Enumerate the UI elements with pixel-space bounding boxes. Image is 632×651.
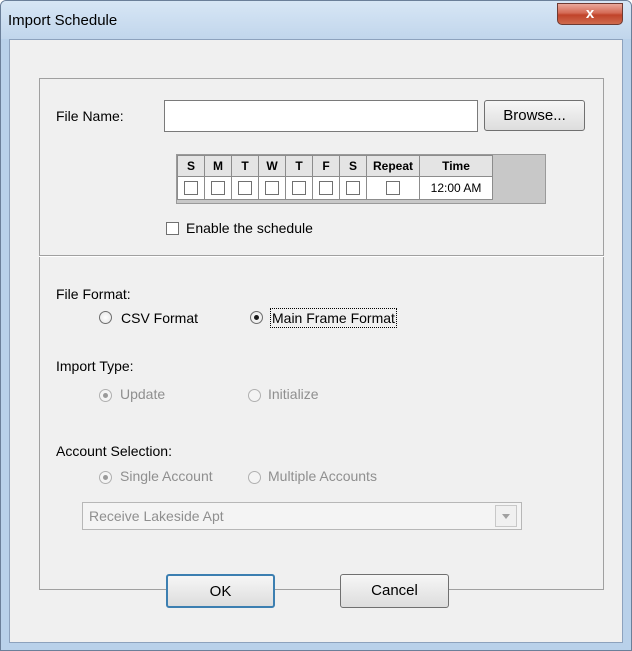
tuesday-cell[interactable] bbox=[231, 176, 259, 200]
single-account-label[interactable]: Single Account bbox=[120, 468, 213, 484]
header-monday: M bbox=[204, 155, 232, 177]
multiple-accounts-label[interactable]: Multiple Accounts bbox=[268, 468, 377, 484]
header-friday: F bbox=[312, 155, 340, 177]
tuesday-checkbox[interactable] bbox=[238, 181, 252, 196]
monday-checkbox[interactable] bbox=[211, 181, 225, 196]
account-dropdown-value: Receive Lakeside Apt bbox=[89, 508, 224, 524]
import-schedule-dialog: Import Schedule x File Name: Browse... S… bbox=[0, 0, 632, 651]
single-account-radio[interactable] bbox=[99, 471, 112, 484]
initialize-label[interactable]: Initialize bbox=[268, 386, 319, 402]
wednesday-cell[interactable] bbox=[258, 176, 286, 200]
import-type-label: Import Type: bbox=[56, 358, 134, 374]
update-label[interactable]: Update bbox=[120, 386, 165, 402]
repeat-cell[interactable] bbox=[366, 176, 420, 200]
main-frame-format-label[interactable]: Main Frame Format bbox=[270, 308, 397, 328]
schedule-grid: S M T W T F S Repeat Time 12:00 AM bbox=[176, 154, 546, 204]
sunday-checkbox[interactable] bbox=[184, 181, 198, 196]
friday-checkbox[interactable] bbox=[319, 181, 333, 196]
enable-schedule-label[interactable]: Enable the schedule bbox=[186, 220, 313, 236]
update-radio[interactable] bbox=[99, 389, 112, 402]
csv-format-radio[interactable] bbox=[99, 311, 112, 324]
browse-button[interactable]: Browse... bbox=[484, 100, 585, 131]
monday-cell[interactable] bbox=[204, 176, 232, 200]
close-button[interactable]: x bbox=[557, 3, 623, 25]
dialog-body: File Name: Browse... S M T W T F S Repea… bbox=[9, 39, 623, 643]
account-dropdown[interactable]: Receive Lakeside Apt bbox=[82, 502, 522, 530]
schedule-value-row: 12:00 AM bbox=[177, 176, 493, 200]
schedule-header-row: S M T W T F S Repeat Time bbox=[177, 155, 493, 177]
initialize-radio[interactable] bbox=[248, 389, 261, 402]
header-saturday: S bbox=[339, 155, 367, 177]
header-sunday: S bbox=[177, 155, 205, 177]
wednesday-checkbox[interactable] bbox=[265, 181, 279, 196]
ok-button[interactable]: OK bbox=[166, 574, 275, 608]
csv-format-label[interactable]: CSV Format bbox=[121, 310, 198, 326]
main-frame-format-radio[interactable] bbox=[250, 311, 263, 324]
header-repeat: Repeat bbox=[366, 155, 420, 177]
enable-schedule-checkbox[interactable] bbox=[166, 222, 179, 235]
file-name-input[interactable] bbox=[164, 100, 478, 132]
header-time: Time bbox=[419, 155, 493, 177]
thursday-checkbox[interactable] bbox=[292, 181, 306, 196]
saturday-cell[interactable] bbox=[339, 176, 367, 200]
account-selection-label: Account Selection: bbox=[56, 443, 172, 459]
sunday-cell[interactable] bbox=[177, 176, 205, 200]
friday-cell[interactable] bbox=[312, 176, 340, 200]
file-format-label: File Format: bbox=[56, 286, 131, 302]
header-thursday: T bbox=[285, 155, 313, 177]
multiple-accounts-radio[interactable] bbox=[248, 471, 261, 484]
cancel-button[interactable]: Cancel bbox=[340, 574, 449, 608]
time-cell[interactable]: 12:00 AM bbox=[419, 176, 493, 200]
header-wednesday: W bbox=[258, 155, 286, 177]
chevron-down-icon[interactable] bbox=[495, 505, 517, 527]
saturday-checkbox[interactable] bbox=[346, 181, 360, 196]
thursday-cell[interactable] bbox=[285, 176, 313, 200]
title-bar[interactable]: Import Schedule x bbox=[1, 1, 631, 39]
header-tuesday: T bbox=[231, 155, 259, 177]
repeat-checkbox[interactable] bbox=[386, 181, 400, 196]
section-divider bbox=[39, 255, 604, 257]
file-name-label: File Name: bbox=[56, 108, 124, 124]
window-title: Import Schedule bbox=[8, 12, 118, 29]
close-icon: x bbox=[585, 5, 595, 22]
